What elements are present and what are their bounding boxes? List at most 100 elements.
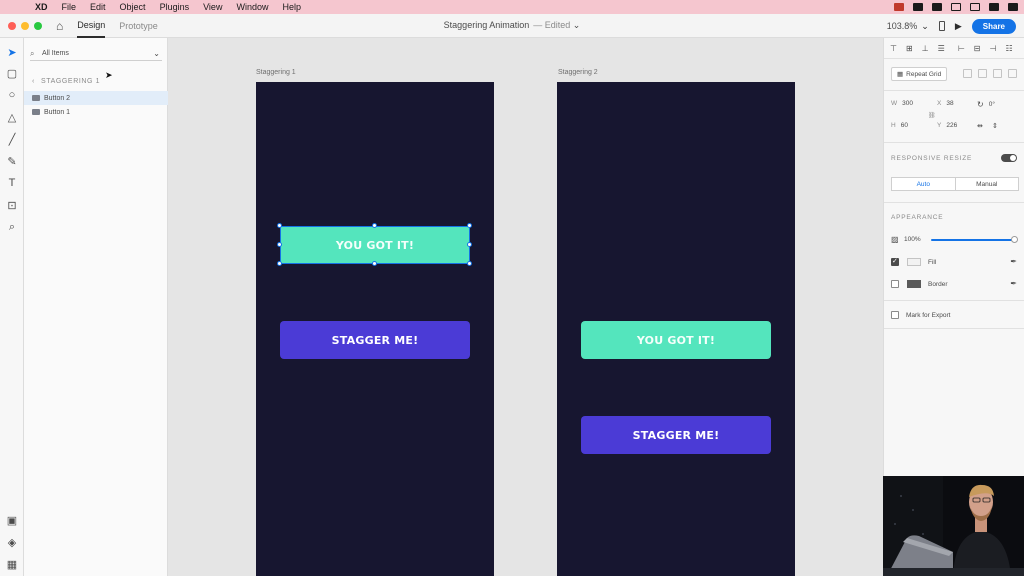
- artboard-staggering-2[interactable]: YOU GOT IT! STAGGER ME!: [557, 82, 795, 576]
- menu-help[interactable]: Help: [275, 2, 308, 12]
- layers-search[interactable]: ⌕ All Items ⌄: [30, 47, 162, 61]
- resize-handle[interactable]: [277, 242, 282, 247]
- rotation-value[interactable]: 0°: [989, 101, 995, 108]
- pen-tool-icon[interactable]: ✎: [4, 153, 20, 169]
- opacity-value[interactable]: 100%: [904, 236, 921, 243]
- align-right-icon[interactable]: ⊣: [989, 44, 996, 53]
- distribute-horizontal-icon[interactable]: ☷: [1005, 44, 1012, 53]
- design-canvas[interactable]: Staggering 1 YOU GOT IT! STAGGER ME! Sta…: [168, 38, 883, 576]
- x-field[interactable]: X 38: [937, 100, 954, 107]
- share-button[interactable]: Share: [971, 18, 1016, 34]
- wifi-icon[interactable]: [951, 3, 961, 11]
- artboard-label[interactable]: Staggering 2: [558, 69, 598, 76]
- flip-horizontal-icon[interactable]: ⇹: [977, 122, 983, 130]
- boolean-exclude-icon[interactable]: [1008, 69, 1017, 78]
- opacity-slider-track[interactable]: [931, 239, 1015, 241]
- y-field[interactable]: Y 226: [937, 122, 957, 129]
- close-window-button[interactable]: [8, 21, 16, 30]
- menu-object[interactable]: Object: [113, 2, 153, 12]
- home-icon[interactable]: ⌂: [56, 19, 63, 33]
- align-left-icon[interactable]: ⊢: [958, 44, 965, 53]
- stagger-me-button[interactable]: STAGGER ME!: [280, 321, 470, 359]
- resize-auto-option[interactable]: Auto: [892, 178, 956, 190]
- resize-handle[interactable]: [277, 261, 282, 266]
- align-bottom-icon[interactable]: ⊥: [922, 44, 929, 53]
- polygon-tool-icon[interactable]: △: [4, 109, 20, 125]
- rotation-field[interactable]: ↻ 0°: [977, 100, 995, 109]
- select-tool-icon[interactable]: ➤: [4, 44, 20, 60]
- chevron-left-icon[interactable]: ‹: [32, 78, 35, 85]
- chevron-down-icon[interactable]: ⌄: [573, 20, 581, 30]
- menu-view[interactable]: View: [196, 2, 229, 12]
- boolean-intersect-icon[interactable]: [993, 69, 1002, 78]
- plugins-icon[interactable]: ▦: [4, 556, 20, 572]
- menu-window[interactable]: Window: [229, 2, 275, 12]
- align-top-icon[interactable]: ⊤: [890, 44, 897, 53]
- width-value[interactable]: 300: [902, 100, 913, 107]
- airplay-icon[interactable]: [932, 3, 942, 11]
- stagger-me-button[interactable]: STAGGER ME!: [581, 416, 771, 454]
- export-checkbox[interactable]: [891, 311, 899, 319]
- resize-handle[interactable]: [467, 261, 472, 266]
- chevron-down-icon[interactable]: ⌄: [921, 21, 929, 32]
- menu-edit[interactable]: Edit: [83, 2, 113, 12]
- menu-app-name[interactable]: XD: [28, 2, 55, 12]
- artboard-tool-icon[interactable]: ⊡: [4, 197, 20, 213]
- fill-swatch[interactable]: [907, 258, 921, 266]
- assets-icon[interactable]: ▣: [4, 512, 20, 528]
- minimize-window-button[interactable]: [21, 21, 29, 30]
- boolean-add-icon[interactable]: [963, 69, 972, 78]
- flip-vertical-icon[interactable]: ⇕: [992, 122, 998, 130]
- resize-handle[interactable]: [467, 223, 472, 228]
- chevron-down-icon[interactable]: ⌄: [153, 49, 160, 58]
- zoom-level[interactable]: 103.8%: [887, 21, 918, 31]
- resize-handle[interactable]: [277, 223, 282, 228]
- layers-icon[interactable]: ◈: [4, 534, 20, 550]
- line-tool-icon[interactable]: ╱: [4, 131, 20, 147]
- monitor-icon[interactable]: [913, 3, 923, 11]
- device-preview-icon[interactable]: [938, 21, 945, 31]
- app-tray-icon[interactable]: [894, 3, 904, 11]
- x-value[interactable]: 38: [946, 100, 953, 107]
- control-center-icon[interactable]: [1008, 3, 1018, 11]
- ellipse-tool-icon[interactable]: ○: [4, 87, 20, 103]
- align-middle-icon[interactable]: ⊞: [906, 44, 913, 53]
- resize-handle[interactable]: [467, 242, 472, 247]
- you-got-it-button[interactable]: YOU GOT IT!: [581, 321, 771, 359]
- resize-handle[interactable]: [372, 223, 377, 228]
- align-center-icon[interactable]: ⊟: [974, 44, 981, 53]
- zoom-tool-icon[interactable]: ⌕: [4, 219, 20, 235]
- eyedropper-icon[interactable]: ✒: [1010, 279, 1017, 288]
- border-checkbox[interactable]: [891, 280, 899, 288]
- layer-item-button-2[interactable]: Button 2: [24, 91, 168, 105]
- search-input[interactable]: All Items: [42, 50, 69, 57]
- lock-ratio-icon[interactable]: ⛓: [928, 112, 936, 119]
- opacity-slider-handle[interactable]: [1011, 236, 1018, 243]
- battery-icon[interactable]: [970, 3, 980, 11]
- layer-item-button-1[interactable]: Button 1: [24, 105, 168, 119]
- menu-file[interactable]: File: [55, 2, 84, 12]
- artboard-staggering-1[interactable]: YOU GOT IT! STAGGER ME!: [256, 82, 494, 576]
- tab-prototype[interactable]: Prototype: [119, 14, 158, 38]
- fullscreen-window-button[interactable]: [34, 21, 42, 30]
- resize-manual-option[interactable]: Manual: [956, 178, 1019, 190]
- boolean-subtract-icon[interactable]: [978, 69, 987, 78]
- menu-plugins[interactable]: Plugins: [153, 2, 197, 12]
- height-field[interactable]: H 60: [891, 122, 908, 129]
- y-value[interactable]: 226: [946, 122, 957, 129]
- eyedropper-icon[interactable]: ✒: [1010, 257, 1017, 266]
- width-field[interactable]: W 300: [891, 100, 913, 107]
- tab-design[interactable]: Design: [77, 14, 106, 38]
- text-tool-icon[interactable]: T: [4, 175, 20, 191]
- responsive-resize-toggle[interactable]: [1001, 154, 1017, 162]
- rectangle-tool-icon[interactable]: ▢: [4, 65, 20, 81]
- repeat-grid-button[interactable]: ▦ Repeat Grid: [891, 67, 948, 81]
- resize-handle[interactable]: [372, 261, 377, 266]
- artboard-label[interactable]: Staggering 1: [256, 69, 296, 76]
- border-swatch[interactable]: [907, 280, 921, 288]
- play-icon[interactable]: ▶: [955, 21, 962, 32]
- distribute-vertical-icon[interactable]: ☰: [938, 44, 945, 53]
- spotlight-icon[interactable]: [989, 3, 999, 11]
- height-value[interactable]: 60: [901, 122, 908, 129]
- fill-checkbox[interactable]: [891, 257, 899, 266]
